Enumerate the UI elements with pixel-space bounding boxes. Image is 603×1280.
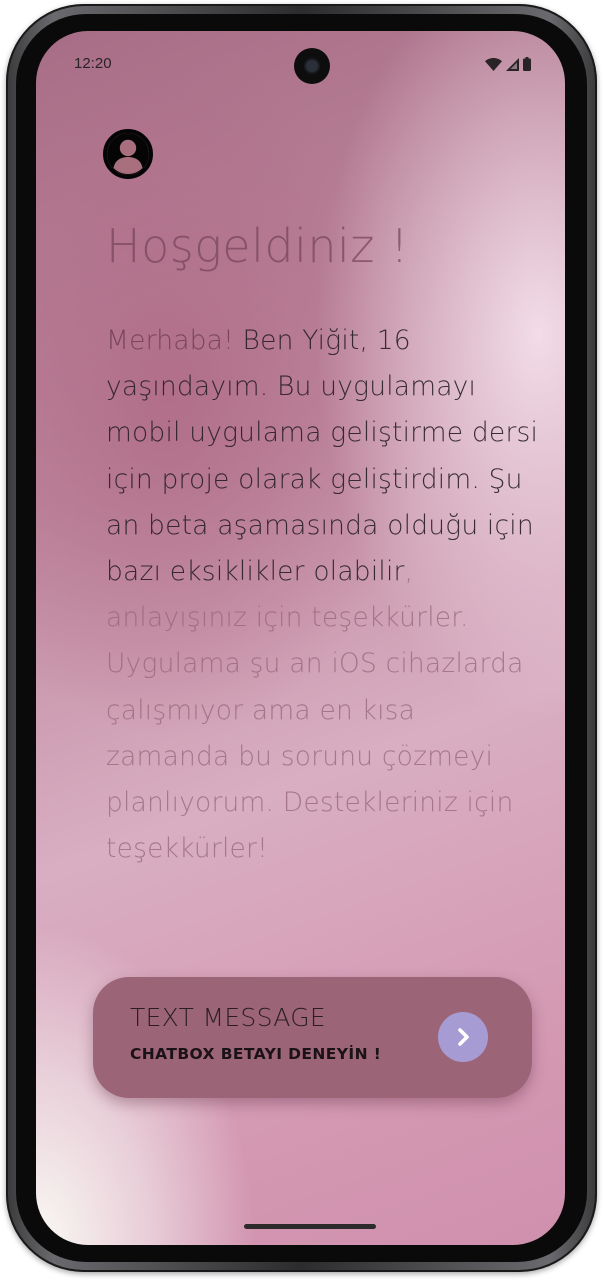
phone-frame: 12:20 Hoşgeldiniz ! Merhaba! Ben Yiğit, … xyxy=(6,4,597,1272)
signal-icon xyxy=(506,58,519,71)
intro-body: Ben Yiğit, 16 yaşındayım. Bu uygulamayı … xyxy=(106,325,539,588)
chatbox-card[interactable]: TEXT MESSAGE CHATBOX BETAYI DENEYİN ! xyxy=(93,977,532,1098)
phone-bezel: 12:20 Hoşgeldiniz ! Merhaba! Ben Yiğit, … xyxy=(16,14,587,1262)
chatbox-card-subtitle: CHATBOX BETAYI DENEYİN ! xyxy=(130,1045,382,1063)
home-indicator[interactable] xyxy=(244,1224,376,1229)
intro-tail: , anlayışınız için teşekkürler. Uygulama… xyxy=(106,556,524,865)
chatbox-card-title: TEXT MESSAGE xyxy=(130,1003,326,1032)
wifi-icon xyxy=(485,58,502,71)
user-avatar-icon[interactable] xyxy=(103,129,153,179)
chatbox-open-button[interactable] xyxy=(438,1012,488,1062)
status-bar: 12:20 xyxy=(36,31,565,84)
front-camera xyxy=(294,48,330,84)
chevron-right-icon xyxy=(458,1028,469,1046)
welcome-title: Hoşgeldiniz ! xyxy=(106,219,410,273)
status-icons xyxy=(485,57,531,71)
battery-icon xyxy=(523,57,531,71)
status-time: 12:20 xyxy=(74,55,112,72)
intro-lead: Merhaba! xyxy=(106,325,234,356)
intro-paragraph: Merhaba! Ben Yiğit, 16 yaşındayım. Bu uy… xyxy=(106,318,546,872)
app-screen: 12:20 Hoşgeldiniz ! Merhaba! Ben Yiğit, … xyxy=(36,31,565,1245)
